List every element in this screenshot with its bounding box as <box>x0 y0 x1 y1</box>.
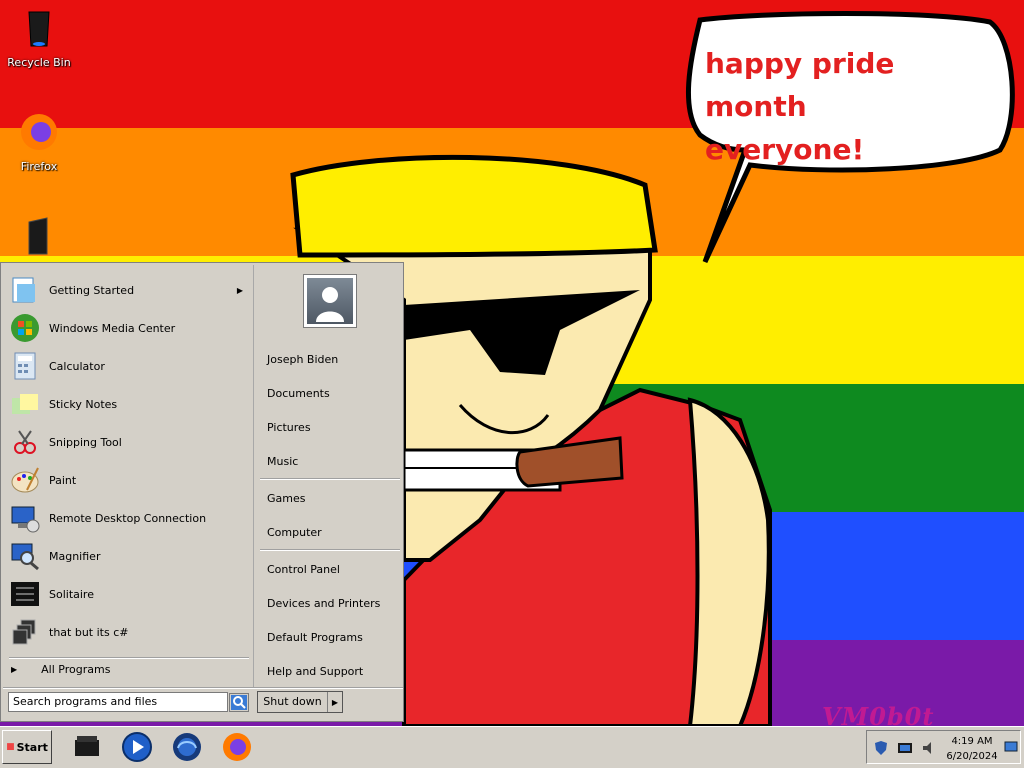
link-default-programs[interactable]: Default Programs <box>267 631 363 644</box>
search-separator <box>3 687 403 689</box>
snipping-tool-icon <box>14 430 36 454</box>
program-label: Magnifier <box>49 549 101 563</box>
windows-stack-icon <box>12 619 36 645</box>
links-separator <box>260 549 400 551</box>
start-menu-links-pane: Joseph Biden Documents Pictures Music Ga… <box>256 265 402 688</box>
user-avatar[interactable] <box>303 274 357 328</box>
program-label: Paint <box>49 473 77 487</box>
volume-icon[interactable] <box>921 740 937 756</box>
remote-desktop-icon <box>11 506 40 533</box>
network-icon[interactable] <box>897 740 913 756</box>
link-devices-and-printers[interactable]: Devices and Printers <box>267 597 380 610</box>
link-games[interactable]: Games <box>267 492 305 505</box>
program-label: Windows Media Center <box>49 321 176 335</box>
program-sticky-notes[interactable]: Sticky Notes <box>9 386 249 422</box>
getting-started-icon <box>12 277 35 303</box>
program-label: Sticky Notes <box>49 397 118 411</box>
recycle-bin-icon <box>28 11 50 47</box>
program-label: Snipping Tool <box>49 435 122 449</box>
shutdown-button[interactable]: Shut down ▶ <box>257 691 343 713</box>
speech-bubble-text: happy pride month everyone! <box>705 42 995 171</box>
submenu-arrow-icon: ▶ <box>236 285 243 295</box>
system-tray: 4:19 AM 6/20/2024 <box>866 730 1021 764</box>
speech-bubble-line1: happy pride month <box>705 47 895 123</box>
program-solitaire[interactable]: Solitaire <box>9 576 249 612</box>
desktop-icon-label: Firefox <box>20 160 58 173</box>
desktop-icon-recycle-bin[interactable]: Recycle Bin <box>0 6 78 69</box>
shutdown-options-arrow-icon[interactable]: ▶ <box>328 698 342 707</box>
magnifier-icon <box>11 543 39 571</box>
link-user-name[interactable]: Joseph Biden <box>267 353 338 366</box>
link-control-panel[interactable]: Control Panel <box>267 563 340 576</box>
program-label: that but its c# <box>49 625 129 639</box>
start-menu-programs-pane: Getting Started ▶ Windows Media Center C… <box>3 265 254 688</box>
program-remote-desktop[interactable]: Remote Desktop Connection <box>9 500 249 536</box>
program-label: Calculator <box>49 359 105 373</box>
taskbar: ■ Start 4:19 AM 6/20/2024 <box>0 726 1024 768</box>
speech-bubble-line2: everyone! <box>705 133 865 166</box>
program-windows-media-center[interactable]: Windows Media Center <box>9 310 249 346</box>
program-label: Remote Desktop Connection <box>49 511 207 525</box>
paint-icon <box>11 467 39 493</box>
all-programs-button[interactable]: ▶ All Programs <box>11 663 110 676</box>
watermark-text: VM0b0t <box>822 702 935 726</box>
program-snipping-tool[interactable]: Snipping Tool <box>9 424 249 460</box>
program-calculator[interactable]: Calculator <box>9 348 249 384</box>
user-silhouette-icon <box>316 287 344 322</box>
link-music[interactable]: Music <box>267 455 298 468</box>
start-label: Start <box>16 740 48 754</box>
link-help-and-support[interactable]: Help and Support <box>267 665 363 678</box>
link-computer[interactable]: Computer <box>267 526 322 539</box>
program-label: Getting Started <box>49 283 135 297</box>
calculator-icon <box>14 352 36 380</box>
firefox-icon <box>21 114 57 150</box>
program-that-but-its-csharp[interactable]: that but its c# <box>9 614 249 650</box>
solitaire-icon <box>11 582 39 606</box>
search-button[interactable] <box>229 693 249 712</box>
program-magnifier[interactable]: Magnifier <box>9 538 249 574</box>
shutdown-label: Shut down <box>258 692 328 712</box>
search-icon <box>231 695 247 710</box>
desktop-icon-firefox[interactable]: Firefox <box>0 110 78 173</box>
folder-icon <box>28 217 48 255</box>
shield-icon[interactable] <box>873 740 889 756</box>
sticky-notes-icon <box>12 394 38 414</box>
windows-logo-icon: ■ <box>6 742 15 752</box>
link-pictures[interactable]: Pictures <box>267 421 311 434</box>
start-button[interactable]: ■ Start <box>2 730 52 764</box>
clock-date: 6/20/2024 <box>946 751 998 762</box>
link-documents[interactable]: Documents <box>267 387 330 400</box>
search-input[interactable]: Search programs and files <box>8 692 228 712</box>
program-paint[interactable]: Paint <box>9 462 249 498</box>
explorer-icon[interactable] <box>70 730 104 764</box>
programs-separator <box>9 657 249 659</box>
program-getting-started[interactable]: Getting Started ▶ <box>9 272 249 308</box>
links-separator <box>260 478 400 480</box>
clock-time: 4:19 AM <box>951 736 993 747</box>
internet-explorer-icon[interactable] <box>170 730 204 764</box>
all-programs-arrow-icon: ▶ <box>11 665 18 674</box>
desktop-icon-label: Recycle Bin <box>7 56 71 69</box>
program-label: Solitaire <box>49 587 94 601</box>
all-programs-label: All Programs <box>41 663 111 676</box>
media-center-icon <box>11 314 39 342</box>
desktop-icon-folder[interactable] <box>0 214 78 264</box>
firefox-icon[interactable] <box>220 730 254 764</box>
clock[interactable]: 4:19 AM 6/20/2024 <box>939 734 1005 764</box>
media-player-icon[interactable] <box>120 730 154 764</box>
show-desktop-icon[interactable] <box>1004 740 1018 754</box>
start-menu: Getting Started ▶ Windows Media Center C… <box>0 262 404 722</box>
